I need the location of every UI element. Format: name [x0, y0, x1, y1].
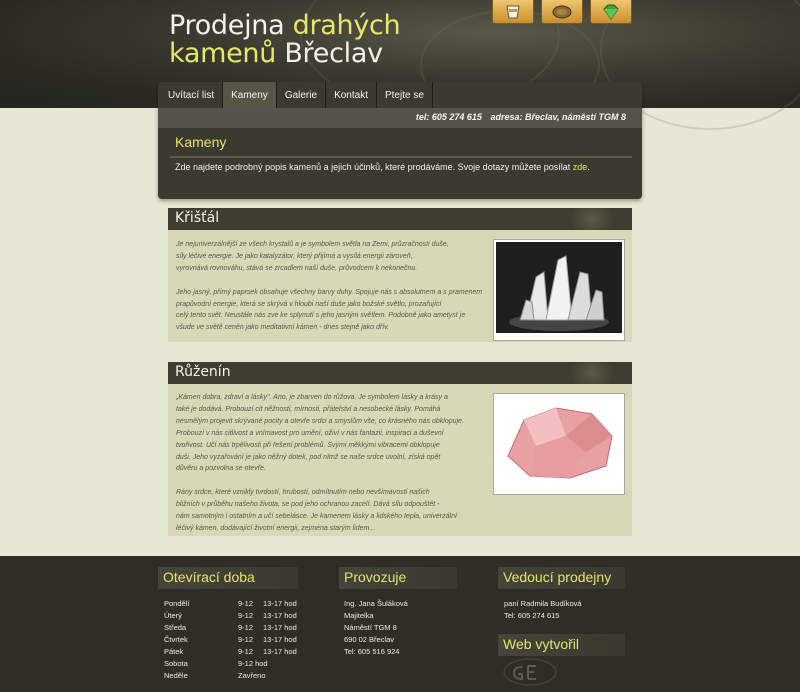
nav-item-ptejte-se[interactable]: Ptejte se: [377, 82, 433, 108]
contact-link[interactable]: zde: [573, 162, 588, 172]
divider: [170, 156, 632, 158]
crystal-photo: [496, 242, 622, 333]
stone-description: Je nejuniverzálnější ze všech krystalů a…: [176, 241, 483, 332]
stone-name: Křišťál: [175, 210, 220, 226]
stone-card-kristal: Křišťál Je nejuniverzálnější ze všech kr…: [168, 208, 632, 342]
page-intro: Zde najdete podrobný popis kamenů a jeji…: [175, 162, 590, 172]
hours-row: Pondělí 9-12 13-17 hod: [164, 599, 297, 608]
stone-description: „Kámen dobra, zdraví a lásky". Ano, je z…: [176, 394, 464, 532]
stone-image-crystal[interactable]: [493, 239, 625, 341]
stone-card-header: Křišťál: [168, 208, 632, 230]
manager-info: paní Radmila Budíková Tel: 605 274 615: [504, 599, 582, 620]
footer-heading-web: Web vytvořil: [498, 634, 625, 656]
gem-icon: [603, 4, 619, 20]
hours-row: Čtvrtek 9-12 13-17 hod: [164, 635, 297, 644]
nav-item-galerie[interactable]: Galerie: [277, 82, 327, 108]
ge-design-logo-icon: [503, 658, 557, 686]
ornament-icon: [562, 362, 622, 384]
contact-phone: tel: 605 274 615: [415, 112, 482, 122]
hours-row: Středa 9-12 13-17 hod: [164, 623, 297, 632]
footer-heading-operator: Provozuje: [339, 567, 457, 589]
hours-row: Pátek 9-12 13-17 hod: [164, 647, 297, 656]
hours-row: Sobota 9-12 hod: [164, 659, 268, 668]
designer-logo[interactable]: [502, 657, 558, 692]
footer-heading-hours: Otevírací doba: [158, 567, 298, 589]
header-tile[interactable]: [590, 0, 632, 24]
page-title: Kameny: [175, 134, 227, 150]
contact-bar: tel: 605 274 615 adresa: Břeclav, náměst…: [158, 108, 642, 128]
footer-heading-manager: Vedoucí prodejny: [498, 567, 625, 589]
operator-info: Ing. Jana Šuláková Majitelka Náměstí TGM…: [344, 599, 408, 656]
nav-item-kontakt[interactable]: Kontakt: [326, 82, 377, 108]
stone-name: Růženín: [175, 364, 231, 380]
contact-address: adresa: Břeclav, náměstí TGM 8: [490, 112, 626, 122]
stone-image-rose-quartz[interactable]: [493, 393, 625, 495]
opening-hours-list: Pondělí 9-12 13-17 hod Úterý 9-12 13-17 hod …: [164, 598, 297, 682]
stone-card-header: Růženín: [168, 362, 632, 384]
hours-row: Neděle Zavřeno: [164, 671, 266, 680]
coin-icon: [552, 5, 572, 18]
stone-card-ruzenin: Růženín „Kámen dobra, zdraví a lásky". A…: [168, 362, 632, 536]
nav-item-kameny[interactable]: Kameny: [223, 82, 277, 108]
ornament-icon: [562, 208, 622, 230]
rose-quartz-photo: [496, 396, 622, 487]
header-tile[interactable]: [492, 0, 534, 24]
main-nav: Uvítací list Kameny Galerie Kontakt Ptej…: [158, 82, 433, 108]
hours-row: Úterý 9-12 13-17 hod: [164, 611, 297, 620]
header-tile[interactable]: [541, 0, 583, 24]
nav-item-uvitaci-list[interactable]: Uvítací list: [158, 82, 224, 108]
header-icon-tiles: [492, 0, 632, 24]
site-logo[interactable]: Prodejna drahých kamenů Břeclav: [169, 12, 401, 68]
cup-icon: [506, 5, 520, 18]
